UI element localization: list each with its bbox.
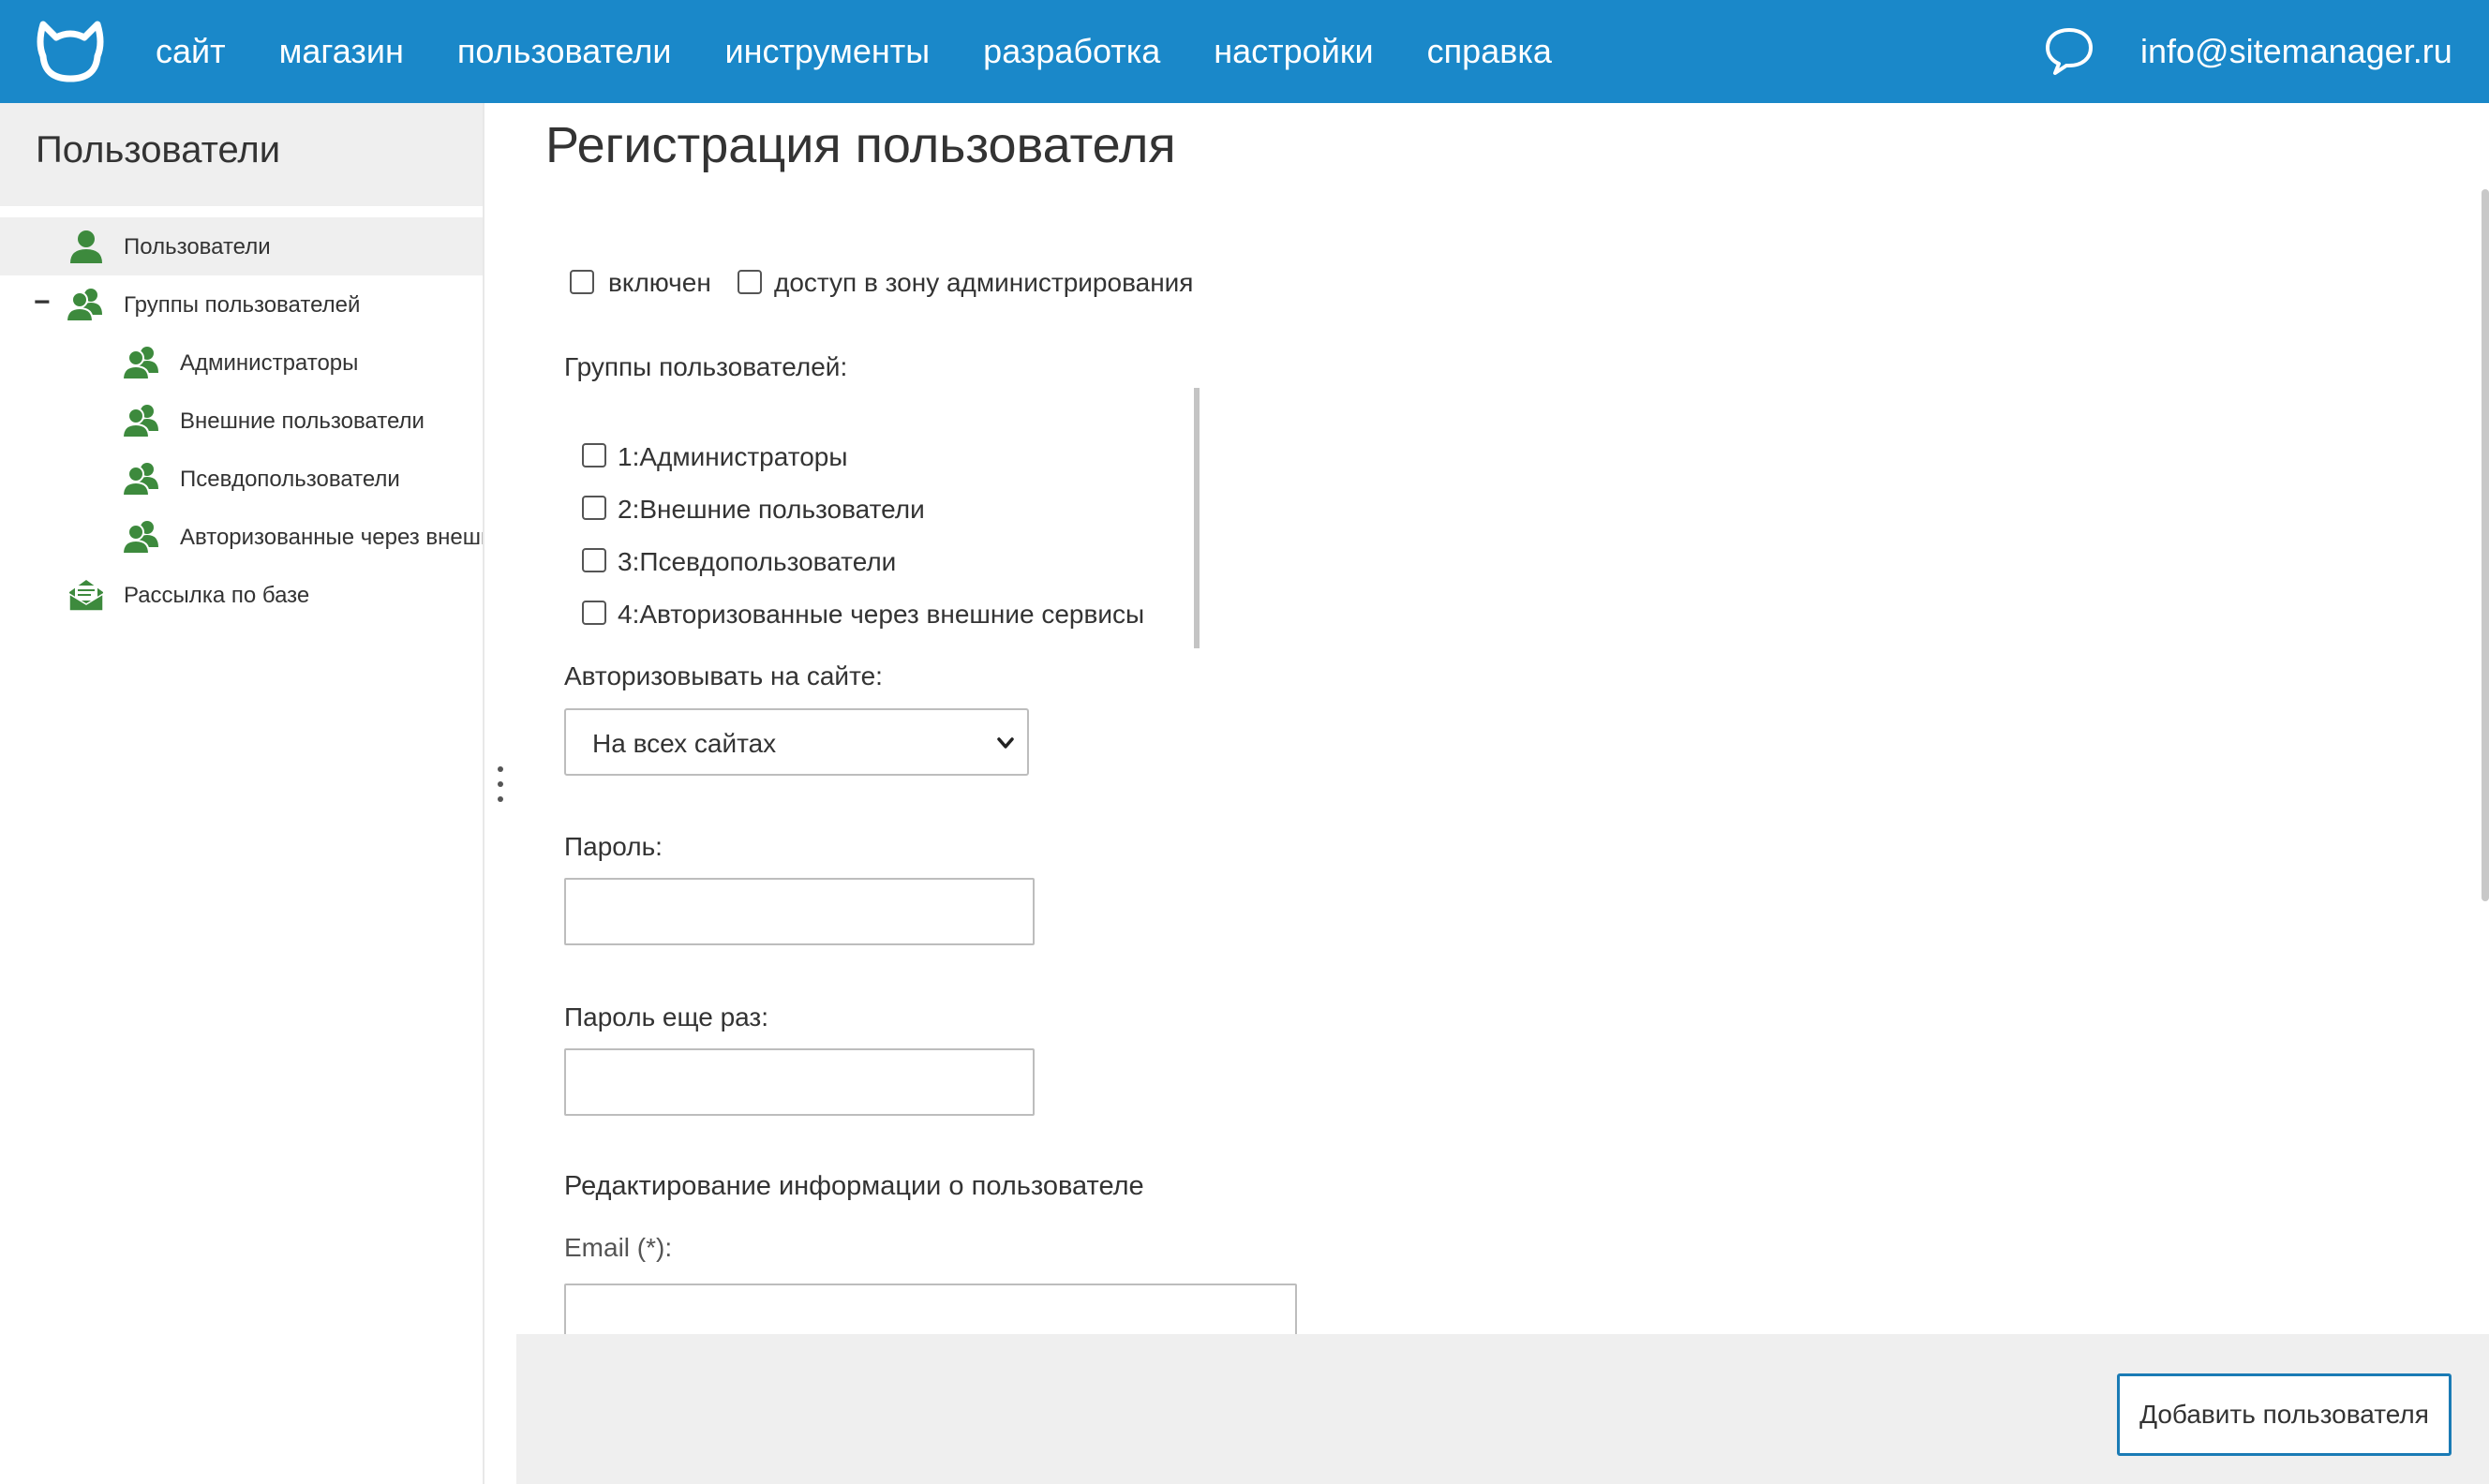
main-content: Регистрация пользователя включен доступ … [516, 103, 2489, 1334]
password-label: Пароль: [564, 832, 663, 861]
add-user-button[interactable]: Добавить пользователя [2117, 1373, 2452, 1456]
user-group-icon [66, 289, 102, 322]
groups-label: Группы пользователей: [564, 352, 848, 381]
sidebar-item-administrators[interactable]: Администраторы [0, 334, 483, 392]
nav-item-development[interactable]: разработка [983, 32, 1160, 71]
group-checkbox-external-users[interactable] [582, 496, 606, 520]
section-title: Редактирование информации о пользователе [564, 1171, 1144, 1201]
user-group-icon [122, 405, 158, 438]
user-group-icon [122, 463, 158, 497]
user-icon [70, 230, 102, 263]
nav-item-help[interactable]: справка [1427, 32, 1552, 71]
site-select-value: На всех сайтах [592, 729, 777, 758]
group-label: 3:Псевдопользователи [618, 547, 897, 576]
group-label: 1:Администраторы [618, 442, 848, 471]
enabled-label: включен [608, 268, 711, 297]
chat-bubble-icon[interactable] [2043, 24, 2095, 77]
admin-access-label: доступ в зону администрирования [774, 268, 1194, 297]
password-repeat-input[interactable] [564, 1048, 1035, 1116]
groups-list-scrollbar[interactable] [1194, 388, 1200, 648]
sidebar-item-label: Пользователи [124, 234, 271, 260]
nav-item-site[interactable]: сайт [156, 32, 226, 71]
sidebar-item-user-groups[interactable]: − Группы пользователей [0, 275, 483, 334]
email-label: Email (*): [564, 1233, 673, 1262]
sidebar-item-mailing[interactable]: Рассылка по базе [0, 566, 483, 624]
user-group-icon [122, 521, 158, 555]
sidebar: Пользователи Пользователи − Группы польз… [0, 103, 484, 1484]
sidebar-title: Пользователи [0, 103, 483, 206]
panel-resize-handle[interactable] [495, 766, 506, 819]
sidebar-item-label: Авторизованные через внешние сервисы [180, 525, 483, 550]
sidebar-item-users[interactable]: Пользователи [0, 217, 483, 275]
password-repeat-label: Пароль еще раз: [564, 1002, 769, 1031]
user-email-link[interactable]: info@sitemanager.ru [2140, 0, 2452, 103]
sidebar-item-external-users[interactable]: Внешние пользователи [0, 392, 483, 450]
sidebar-item-label: Рассылка по базе [124, 583, 310, 608]
group-checkbox-oauth-users[interactable] [582, 601, 606, 625]
chevron-down-icon [997, 737, 1014, 749]
nav-item-tools[interactable]: инструменты [724, 32, 930, 71]
sidebar-item-pseudo-users[interactable]: Псевдопользователи [0, 450, 483, 508]
sidebar-item-label: Администраторы [180, 350, 359, 376]
group-label: 2:Внешние пользователи [618, 495, 925, 524]
sidebar-item-label: Псевдопользователи [180, 467, 400, 492]
sidebar-item-label: Внешние пользователи [180, 408, 425, 434]
form-footer: Добавить пользователя [516, 1334, 2489, 1484]
group-checkbox-pseudo-users[interactable] [582, 548, 606, 572]
nav-item-shop[interactable]: магазин [279, 32, 404, 71]
group-checkbox-administrators[interactable] [582, 443, 606, 467]
admin-access-checkbox[interactable] [738, 270, 762, 294]
password-input[interactable] [564, 878, 1035, 945]
nav-item-users[interactable]: пользователи [457, 32, 672, 71]
site-label: Авторизовывать на сайте: [564, 661, 883, 690]
group-label: 4:Авторизованные через внешние сервисы [618, 600, 1145, 629]
collapse-toggle-icon[interactable]: − [34, 287, 51, 319]
sidebar-tree: Пользователи − Группы пользователей Адми… [0, 217, 483, 624]
user-group-icon [122, 347, 158, 380]
mail-envelope-icon [68, 580, 104, 612]
nav-item-settings[interactable]: настройки [1214, 32, 1373, 71]
top-navbar: сайт магазин пользователи инструменты ра… [0, 0, 2489, 103]
enabled-checkbox[interactable] [570, 270, 594, 294]
page-title: Регистрация пользователя [545, 117, 1176, 173]
email-input[interactable] [564, 1284, 1297, 1334]
site-select[interactable]: На всех сайтах [564, 708, 1029, 776]
main-nav: сайт магазин пользователи инструменты ра… [156, 0, 1605, 103]
sitemanager-logo-icon[interactable] [36, 19, 105, 84]
main-scrollbar[interactable] [2482, 189, 2489, 901]
sidebar-item-label: Группы пользователей [124, 292, 361, 318]
sidebar-item-oauth-users[interactable]: Авторизованные через внешние сервисы [0, 508, 483, 566]
